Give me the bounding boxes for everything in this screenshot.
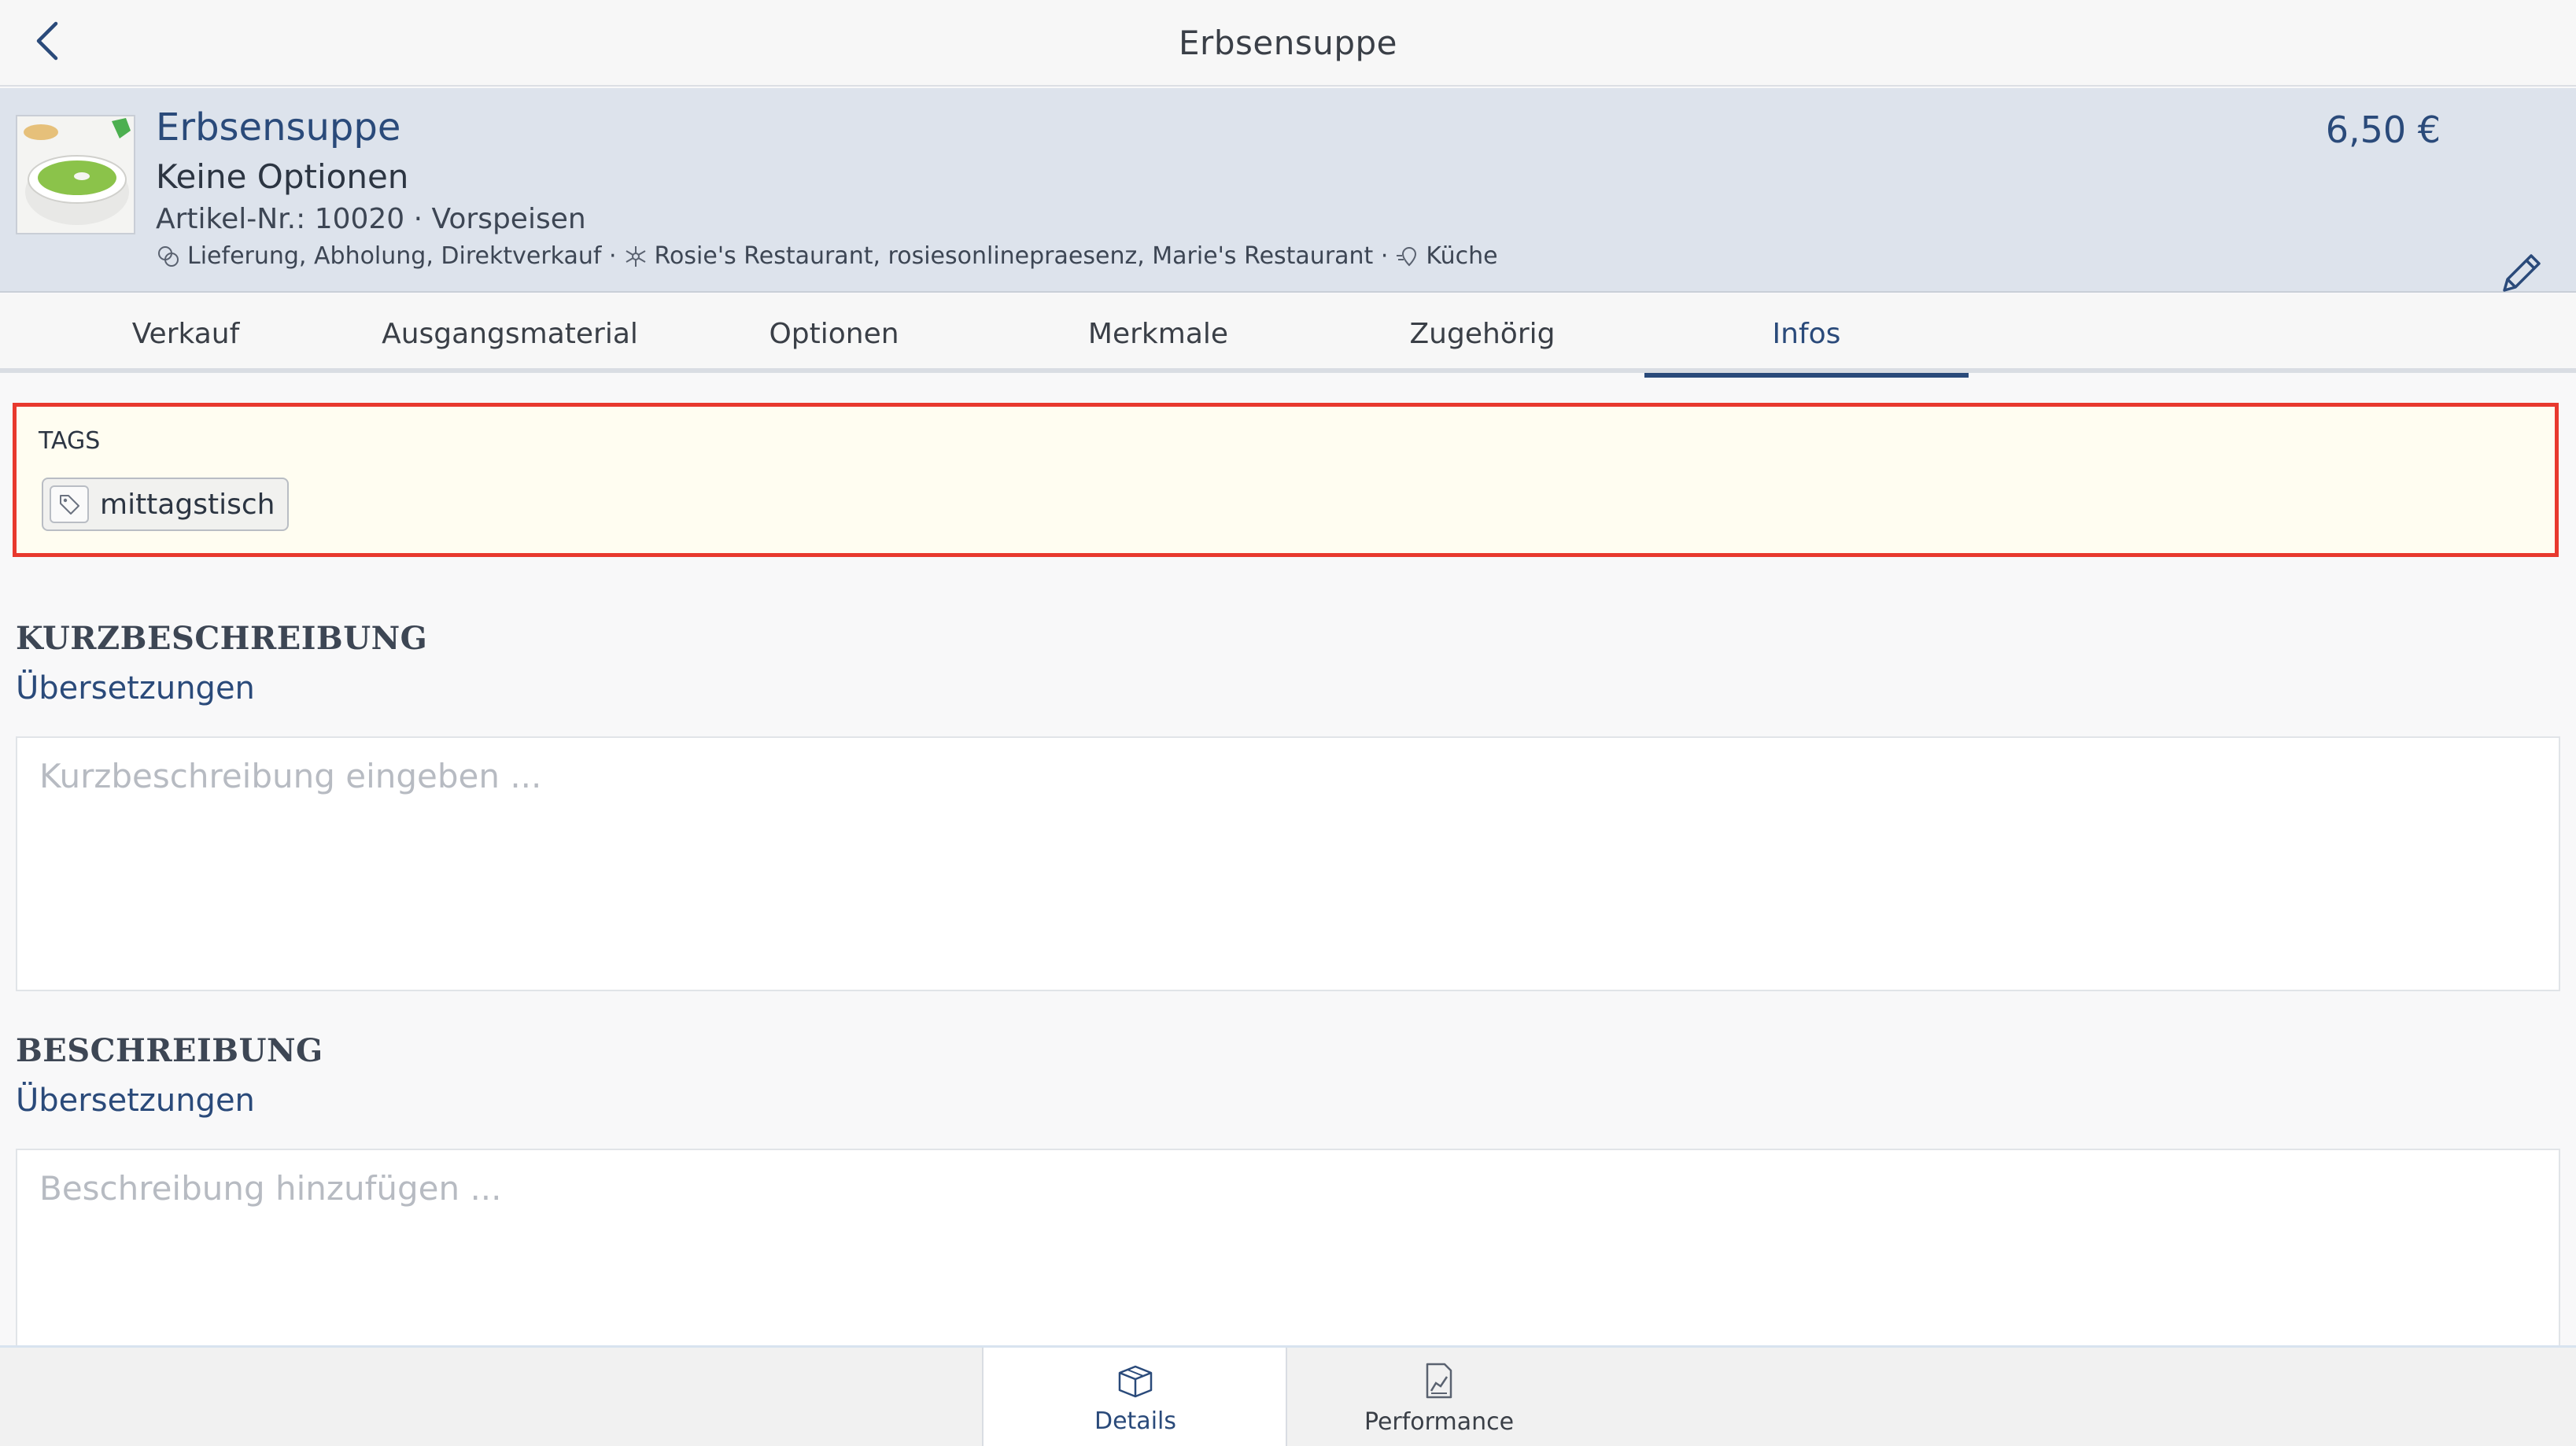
bottom-tab-performance-label: Performance xyxy=(1364,1407,1515,1436)
pencil-icon xyxy=(2503,254,2541,292)
tab-infos[interactable]: Infos xyxy=(1644,294,1969,378)
tag-label: mittagstisch xyxy=(100,488,275,521)
back-button[interactable] xyxy=(24,17,71,65)
short-description-translations-link[interactable]: Übersetzungen xyxy=(16,670,255,706)
store-snowflake-icon xyxy=(623,244,648,269)
short-description-title: KURZBESCHREIBUNG xyxy=(16,620,428,657)
bottom-tab-details[interactable]: Details xyxy=(984,1348,1287,1446)
kitchen-text: Küche xyxy=(1426,242,1498,270)
tab-bar: Verkauf Ausgangsmaterial Optionen Merkma… xyxy=(0,294,2576,378)
tab-optionen[interactable]: Optionen xyxy=(672,294,996,373)
tab-verkauf[interactable]: Verkauf xyxy=(24,294,348,373)
tab-ausgangsmaterial[interactable]: Ausgangsmaterial xyxy=(348,294,672,373)
chevron-left-icon xyxy=(36,21,58,61)
product-price: 6,50 € xyxy=(2325,109,2441,151)
box-icon xyxy=(1118,1365,1153,1397)
product-options: Keine Optionen xyxy=(156,157,409,196)
kitchen-location-icon xyxy=(1394,244,1419,269)
short-description-input[interactable]: Kurzbeschreibung eingeben ... xyxy=(16,736,2560,991)
delivery-channels-text: Lieferung, Abholung, Direktverkauf · xyxy=(187,242,617,270)
short-description-placeholder: Kurzbeschreibung eingeben ... xyxy=(39,757,542,795)
stores-text: Rosie's Restaurant, rosiesonlinepraesenz… xyxy=(654,242,1389,270)
tag-chip[interactable]: mittagstisch xyxy=(42,478,290,531)
bottom-tab-bar: Details Performance xyxy=(0,1345,2576,1446)
tag-icon xyxy=(50,485,89,523)
chart-document-icon xyxy=(1426,1363,1452,1398)
tags-label: TAGS xyxy=(39,427,101,455)
tab-merkmale[interactable]: Merkmale xyxy=(996,294,1320,373)
product-thumbnail xyxy=(16,115,135,234)
product-header: Erbsensuppe Keine Optionen Artikel-Nr.: … xyxy=(0,88,2576,293)
description-translations-link[interactable]: Übersetzungen xyxy=(16,1083,255,1119)
product-channels: Lieferung, Abholung, Direktverkauf · Ros… xyxy=(156,242,1498,270)
delivery-channels-icon xyxy=(156,244,181,269)
page-title: Erbsensuppe xyxy=(1179,23,1397,62)
tags-section: TAGS mittagstisch xyxy=(13,403,2559,557)
description-placeholder: Beschreibung hinzufügen ... xyxy=(39,1169,502,1208)
description-title: BESCHREIBUNG xyxy=(16,1032,323,1069)
product-meta: Artikel-Nr.: 10020 · Vorspeisen xyxy=(156,203,586,235)
bottom-tab-details-label: Details xyxy=(1094,1407,1176,1435)
tab-zugehoerig[interactable]: Zugehörig xyxy=(1320,294,1644,373)
product-name: Erbsensuppe xyxy=(156,105,401,149)
nav-bar: Erbsensuppe xyxy=(0,0,2576,87)
bottom-tab-performance[interactable]: Performance xyxy=(1287,1348,1591,1446)
description-input[interactable]: Beschreibung hinzufügen ... xyxy=(16,1149,2560,1347)
